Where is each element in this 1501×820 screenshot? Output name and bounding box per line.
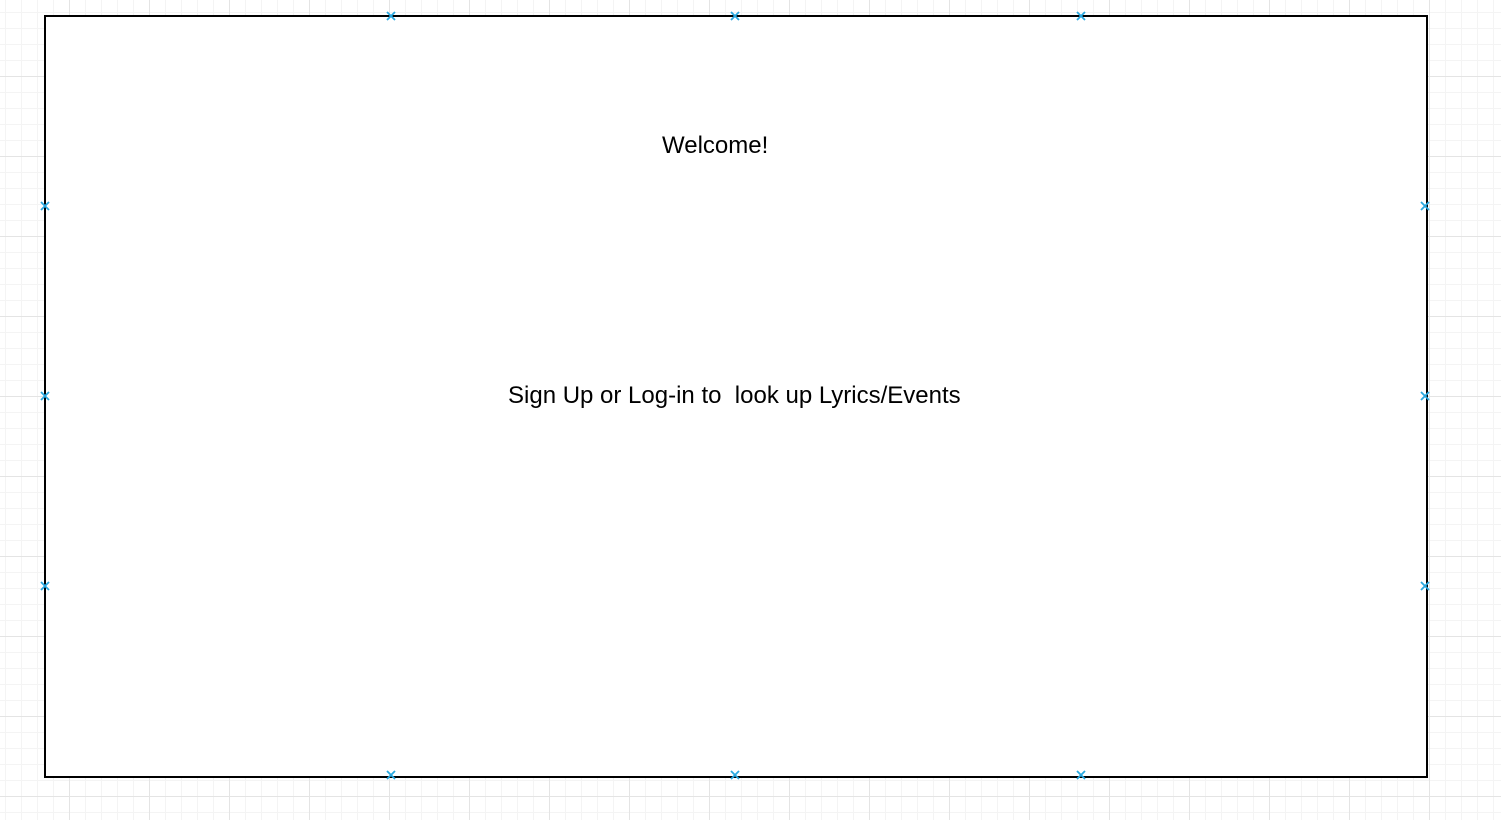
connection-point-icon[interactable] [729, 10, 741, 22]
welcome-heading: Welcome! [662, 132, 769, 159]
connection-point-icon[interactable] [385, 10, 397, 22]
connection-point-icon[interactable] [1419, 200, 1431, 212]
connection-point-icon[interactable] [1419, 580, 1431, 592]
connection-point-icon[interactable] [1075, 10, 1087, 22]
connection-point-icon[interactable] [39, 390, 51, 402]
connection-point-icon[interactable] [385, 769, 397, 781]
connection-point-icon[interactable] [729, 769, 741, 781]
connection-point-icon[interactable] [1419, 390, 1431, 402]
signup-login-prompt: Sign Up or Log-in to look up Lyrics/Even… [508, 382, 961, 409]
connection-point-icon[interactable] [39, 580, 51, 592]
connection-point-icon[interactable] [39, 200, 51, 212]
connection-point-icon[interactable] [1075, 769, 1087, 781]
